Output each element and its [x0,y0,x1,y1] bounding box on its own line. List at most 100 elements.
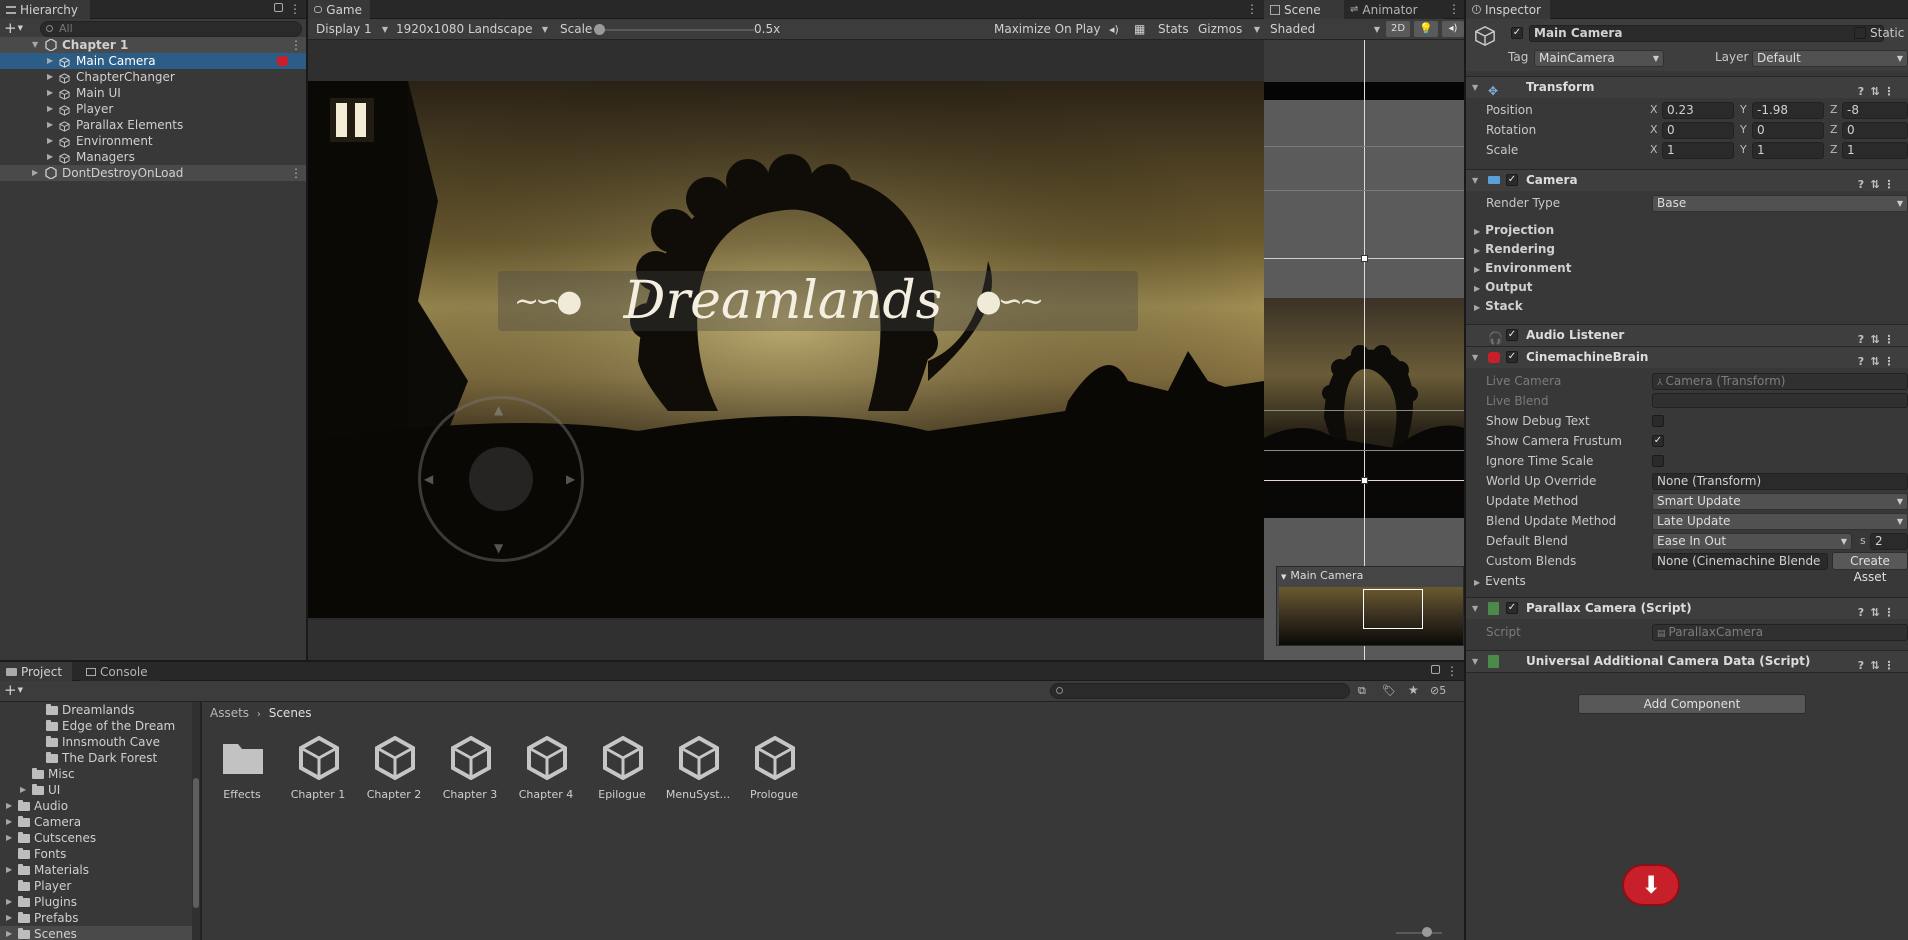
maximize-on-play-toggle[interactable]: Maximize On Play [990,19,1102,40]
asset-item[interactable]: Prologue [736,730,812,804]
scale-slider-handle[interactable] [594,24,605,35]
expand-arrow-icon[interactable]: ▶ [47,117,53,133]
fold-arrow-icon[interactable]: ▼ [1472,347,1478,368]
breadcrumb-assets[interactable]: Assets [210,706,249,720]
fold-arrow-icon[interactable]: ▼ [1472,598,1478,619]
foldout-output[interactable]: ▶ Output [1474,278,1533,298]
audio-listener-enabled-checkbox[interactable]: ✓ [1506,329,1518,341]
hidden-packages-toggle[interactable]: ⊘5 [1430,684,1446,697]
static-checkbox[interactable] [1854,27,1866,39]
object-name-input[interactable]: Main Camera [1529,25,1884,42]
fold-arrow-icon[interactable]: ▼ [1472,77,1478,98]
camera-component-header[interactable]: ▼ ✓ Camera ? ⇅ ⋮ [1466,169,1908,191]
position-y-field[interactable]: -1.98 [1752,102,1824,119]
blend-update-method-dropdown[interactable]: Late Update ▼ [1652,513,1908,530]
scene-more-icon[interactable]: ⋮ [290,38,302,52]
object-active-checkbox[interactable]: ✓ [1511,27,1523,39]
tab-hierarchy[interactable]: Hierarchy [0,0,90,19]
scene-row-dontdestroyonload[interactable]: ▶ DontDestroyOnLoad ⋮ [0,165,306,181]
urp-camera-data-component-header[interactable]: ▼ Universal Additional Camera Data (Scri… [1466,650,1908,672]
hierarchy-item-environment[interactable]: ▶ Environment [0,133,306,149]
default-blend-time-field[interactable]: 2 [1870,533,1908,550]
folder-item[interactable]: Misc [0,766,200,782]
update-method-dropdown[interactable]: Smart Update ▼ [1652,493,1908,510]
world-up-override-field[interactable]: None (Transform) [1652,473,1908,490]
tab-project[interactable]: Project [0,662,72,681]
component-header-icons[interactable]: ? ⇅ ⋮ [1854,329,1900,346]
expand-arrow-icon[interactable]: ▶ [6,830,12,846]
expand-arrow-icon[interactable]: ▶ [6,910,12,926]
mute-audio-icon[interactable]: ◂) [1105,19,1123,40]
expand-arrow-icon[interactable]: ▶ [20,782,26,798]
asset-item[interactable]: Chapter 4 [508,730,584,804]
pause-button[interactable] [330,98,374,142]
virtual-joystick[interactable]: ▲ ▼ ◀ ▶ [418,396,584,562]
expand-arrow-icon[interactable]: ▶ [6,926,12,940]
folder-item[interactable]: Dreamlands [0,702,200,718]
favorite-star-icon[interactable]: ★ [1408,683,1419,697]
tag-dropdown[interactable]: MainCamera ▼ [1534,50,1664,67]
hierarchy-item-managers[interactable]: ▶ Managers [0,149,306,165]
brain-enabled-checkbox[interactable]: ✓ [1506,351,1518,363]
component-header-icons[interactable]: ? ⇅ ⋮ [1854,602,1900,619]
rotation-y-field[interactable]: 0 [1752,122,1824,139]
asset-item[interactable]: MenuSyst... [660,730,736,804]
scene-more-icon[interactable]: ⋮ [290,166,302,180]
gizmos-dropdown[interactable]: Gizmos ▼ [1194,19,1264,40]
resolution-dropdown[interactable]: 1920x1080 Landscape ▼ [392,19,552,40]
expand-arrow-icon[interactable]: ▶ [47,133,53,149]
expand-arrow-icon[interactable]: ▶ [32,165,38,181]
hierarchy-item-main-ui[interactable]: ▶ Main UI [0,85,306,101]
show-camera-frustum-checkbox[interactable]: ✓ [1652,435,1664,447]
lock-icon[interactable] [1431,665,1440,674]
fold-arrow-icon[interactable]: ▼ [1472,170,1478,191]
expand-arrow-icon[interactable]: ▶ [47,101,53,117]
scale-z-field[interactable]: 1 [1842,142,1908,159]
folder-item[interactable]: Edge of the Dream [0,718,200,734]
frustum-handle-top[interactable] [1361,255,1368,262]
hierarchy-item-parallax-elements[interactable]: ▶ Parallax Elements [0,117,306,133]
asset-item[interactable]: Effects [204,730,280,804]
foldout-projection[interactable]: ▶ Projection [1474,221,1554,241]
audio-toggle-icon[interactable]: ◂) [1442,21,1464,37]
folder-tree-scrollbar[interactable] [192,702,200,940]
folder-item[interactable]: ▶ Prefabs [0,910,200,926]
component-header-icons[interactable]: ? ⇅ ⋮ [1854,655,1900,672]
scale-y-field[interactable]: 1 [1752,142,1824,159]
position-x-field[interactable]: 0.23 [1662,102,1734,119]
layer-dropdown[interactable]: Default ▼ [1752,50,1908,67]
cinemachine-brain-component-header[interactable]: ▼ ✓ CinemachineBrain ? ⇅ ⋮ [1466,346,1908,368]
more-menu-icon[interactable]: ⋮ [1246,2,1258,16]
hierarchy-item-chapterchanger[interactable]: ▶ ChapterChanger [0,69,306,85]
folder-item[interactable]: ▶ Cutscenes [0,830,200,846]
component-header-icons[interactable]: ? ⇅ ⋮ [1854,81,1900,98]
expand-arrow-icon[interactable]: ▶ [6,798,12,814]
scene-row-chapter-1[interactable]: ▼ Chapter 1 ⋮ [0,37,306,53]
parallax-camera-component-header[interactable]: ▼ ✓ Parallax Camera (Script) ? ⇅ ⋮ [1466,597,1908,619]
icon-size-slider[interactable] [1396,932,1442,934]
more-menu-icon[interactable]: ⋮ [1448,2,1460,16]
default-blend-dropdown[interactable]: Ease In Out ▼ [1652,533,1852,550]
expand-arrow-icon[interactable]: ▶ [6,862,12,878]
hierarchy-item-player[interactable]: ▶ Player [0,101,306,117]
search-by-label-icon[interactable]: 🏷 [1382,684,1396,697]
stats-button[interactable]: Stats [1154,19,1190,40]
shading-mode-dropdown[interactable]: Shaded ▼ [1266,19,1384,40]
asset-item[interactable]: Chapter 1 [280,730,356,804]
download-update-button[interactable]: ⬇ [1622,864,1680,906]
tab-inspector[interactable]: i Inspector [1466,0,1550,19]
expand-arrow-icon[interactable]: ▶ [47,149,53,165]
hierarchy-item-main-camera[interactable]: ▶ Main Camera [0,53,306,69]
icon-size-slider-handle[interactable] [1422,927,1432,937]
ignore-time-scale-checkbox[interactable] [1652,455,1664,467]
toggle-2d-button[interactable]: 2D [1386,21,1410,37]
scale-slider[interactable] [594,29,754,31]
display-dropdown[interactable]: Display 1 ▼ [312,19,392,40]
breadcrumb-scenes[interactable]: Scenes [269,706,312,720]
scale-x-field[interactable]: 1 [1662,142,1734,159]
component-header-icons[interactable]: ? ⇅ ⋮ [1854,174,1900,191]
scene-viewport[interactable]: ▼ Main Camera [1264,40,1464,660]
frustum-handle-bottom[interactable] [1361,477,1368,484]
add-component-button[interactable]: Add Component [1578,694,1806,714]
folder-item[interactable]: ▶ Audio [0,798,200,814]
